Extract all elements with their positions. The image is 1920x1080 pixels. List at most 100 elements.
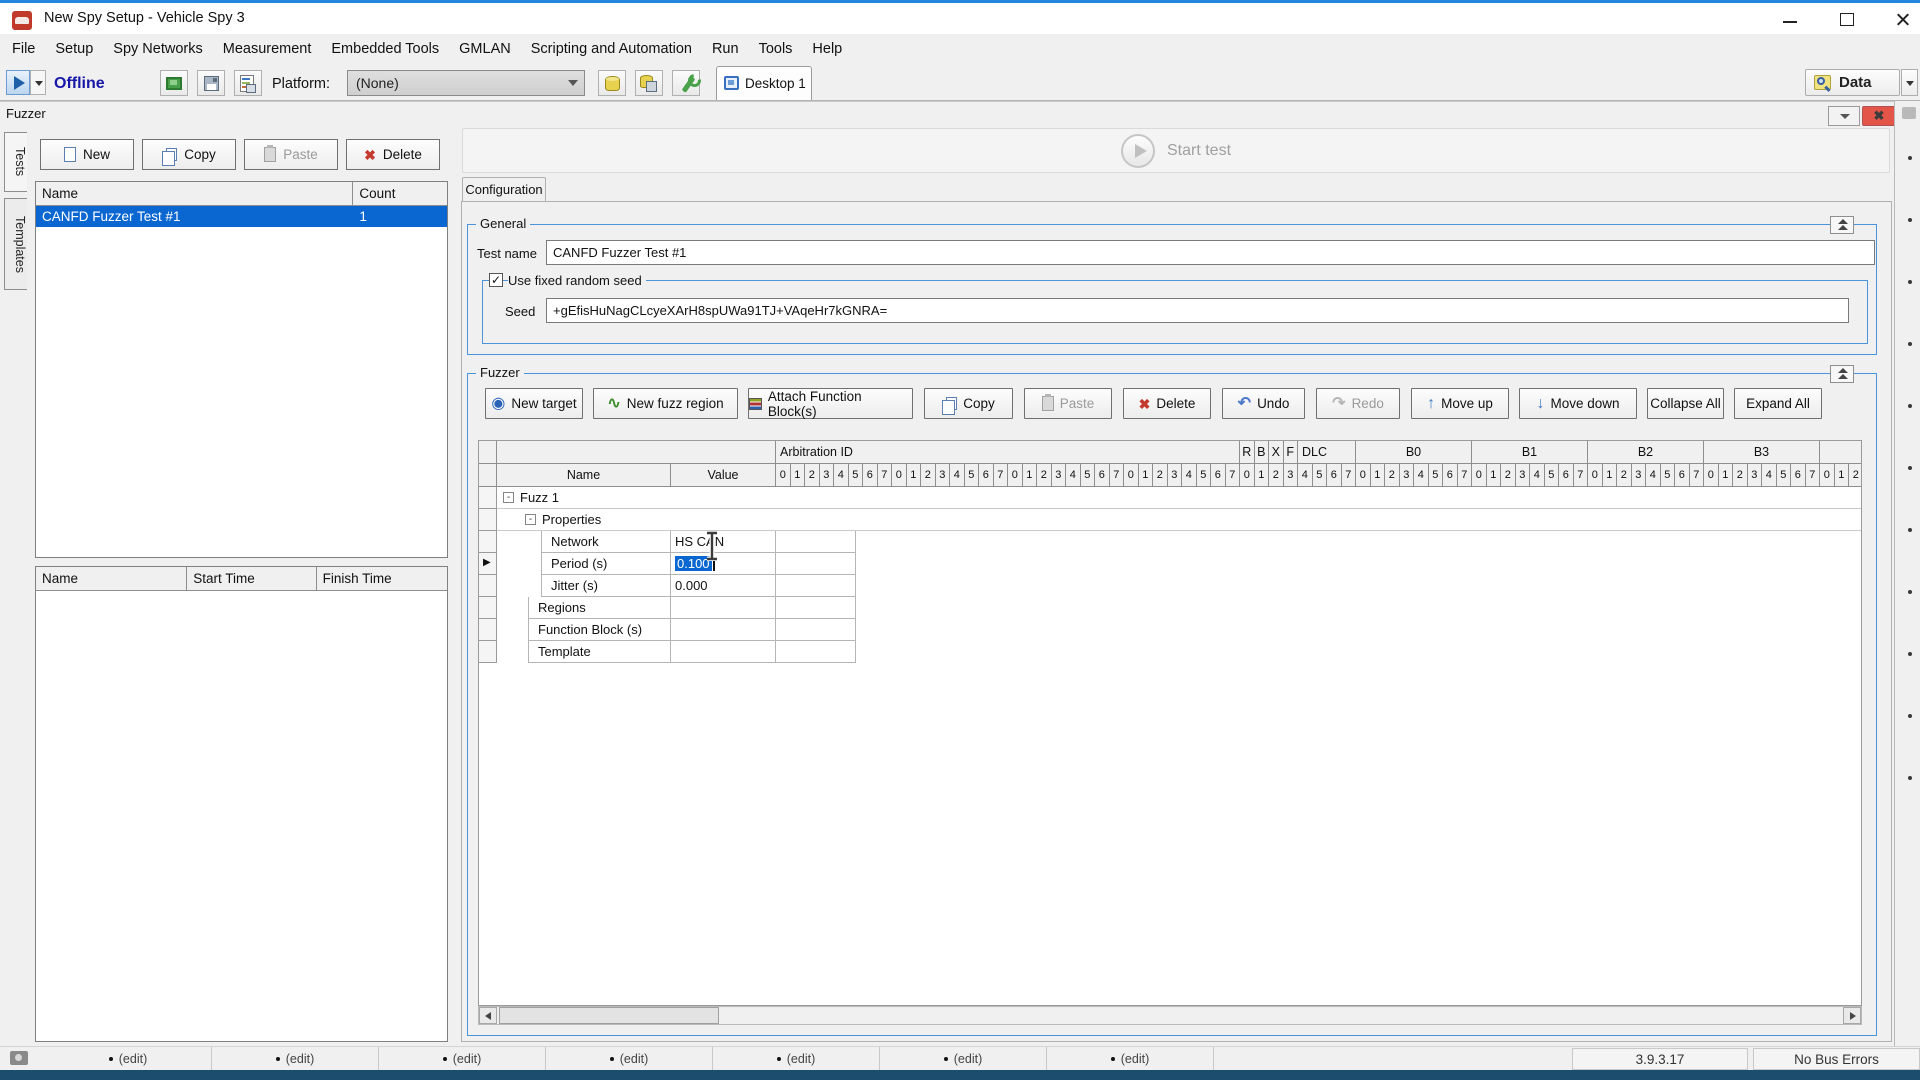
bit-header[interactable]: 4 bbox=[1066, 464, 1081, 486]
menu-measurement[interactable]: Measurement bbox=[213, 41, 322, 57]
bit-header[interactable]: 7 bbox=[994, 464, 1009, 486]
panel-close-button[interactable]: ✖ bbox=[1862, 106, 1896, 126]
grid-row-regions[interactable]: Regions bbox=[479, 597, 1861, 619]
row-selector-cell[interactable] bbox=[479, 575, 497, 597]
bit-header[interactable]: 5 bbox=[1777, 464, 1792, 486]
property-name-cell[interactable]: Regions bbox=[528, 597, 671, 619]
bit-header[interactable]: 2 bbox=[1501, 464, 1516, 486]
bit-header[interactable]: 6 bbox=[979, 464, 994, 486]
grid-header-cell[interactable]: R bbox=[1240, 441, 1255, 463]
row-selector-cell[interactable]: ▶ bbox=[479, 553, 497, 575]
bit-header[interactable]: 5 bbox=[1429, 464, 1444, 486]
bit-header[interactable]: 6 bbox=[1327, 464, 1342, 486]
grid-header-cell[interactable] bbox=[497, 441, 776, 463]
status-edit-segment[interactable]: (edit) bbox=[713, 1047, 880, 1070]
row-selector-cell[interactable] bbox=[479, 597, 497, 619]
bit-header[interactable]: 1 bbox=[1719, 464, 1734, 486]
bit-header[interactable]: 5 bbox=[1661, 464, 1676, 486]
column-header-finish-time[interactable]: Finish Time bbox=[317, 567, 447, 590]
bit-header[interactable]: 1 bbox=[1139, 464, 1154, 486]
grid-header-cell[interactable]: Name bbox=[497, 464, 671, 486]
bit-header[interactable]: 2 bbox=[1617, 464, 1632, 486]
bit-header[interactable]: 2 bbox=[1385, 464, 1400, 486]
menu-embedded-tools[interactable]: Embedded Tools bbox=[321, 41, 449, 57]
row-selector-cell[interactable] bbox=[479, 531, 497, 553]
tab-desktop-1[interactable]: Desktop 1 bbox=[716, 66, 812, 100]
scrollbar-thumb[interactable] bbox=[499, 1007, 719, 1024]
grid-header-cell[interactable]: B3 bbox=[1704, 441, 1820, 463]
status-edit-segment[interactable]: (edit) bbox=[45, 1047, 212, 1070]
bit-header[interactable]: 7 bbox=[1458, 464, 1473, 486]
bit-header[interactable]: 1 bbox=[1255, 464, 1270, 486]
bit-header[interactable]: 0 bbox=[1820, 464, 1835, 486]
new-test-button[interactable]: New bbox=[40, 139, 134, 170]
grid-row-network[interactable]: NetworkHS CAN bbox=[479, 531, 1861, 553]
bit-header[interactable]: 7 bbox=[1806, 464, 1821, 486]
bit-header[interactable]: 1 bbox=[1603, 464, 1618, 486]
start-test-button[interactable]: Start test bbox=[462, 128, 1890, 173]
bit-header[interactable]: 1 bbox=[1023, 464, 1038, 486]
bit-header[interactable]: 4 bbox=[1762, 464, 1777, 486]
grid-header-cell[interactable] bbox=[479, 464, 497, 486]
seed-input[interactable]: +gEfisHuNagCLcyeXArH8spUWa91TJ+VAqeHr7kG… bbox=[546, 298, 1849, 323]
bit-header[interactable]: 7 bbox=[1690, 464, 1705, 486]
use-fixed-seed-checkbox[interactable]: ✓ bbox=[489, 273, 503, 287]
bit-header[interactable]: 2 bbox=[921, 464, 936, 486]
bit-header[interactable]: 1 bbox=[1371, 464, 1386, 486]
bit-header[interactable]: 3 bbox=[820, 464, 835, 486]
bit-header[interactable]: 0 bbox=[1704, 464, 1719, 486]
bit-header[interactable]: 4 bbox=[1646, 464, 1661, 486]
redo-button[interactable]: ↷Redo bbox=[1316, 388, 1400, 419]
bit-header[interactable]: 3 bbox=[1052, 464, 1067, 486]
attach-function-block-s--button[interactable]: Attach Function Block(s) bbox=[748, 388, 913, 419]
grid-header-cell[interactable]: Arbitration ID bbox=[776, 441, 1240, 463]
bit-header[interactable]: 5 bbox=[965, 464, 980, 486]
status-edit-segment[interactable]: (edit) bbox=[1047, 1047, 1214, 1070]
bit-header[interactable]: 1 bbox=[1487, 464, 1502, 486]
bit-header[interactable]: 0 bbox=[1124, 464, 1139, 486]
test-name-input[interactable]: CANFD Fuzzer Test #1 bbox=[546, 240, 1875, 265]
column-header-name[interactable]: Name bbox=[36, 567, 187, 590]
property-value-cell[interactable] bbox=[671, 597, 776, 619]
bit-header[interactable]: 2 bbox=[805, 464, 820, 486]
menu-setup[interactable]: Setup bbox=[45, 41, 103, 57]
maximize-button[interactable] bbox=[1832, 9, 1862, 29]
run-dropdown-caret[interactable] bbox=[30, 70, 46, 95]
status-edit-segment[interactable]: (edit) bbox=[212, 1047, 379, 1070]
bit-header[interactable]: 7 bbox=[1574, 464, 1589, 486]
property-value-cell[interactable]: 0.100 bbox=[671, 553, 776, 575]
property-name-cell[interactable]: Jitter (s) bbox=[541, 575, 671, 597]
bit-header[interactable]: 6 bbox=[1211, 464, 1226, 486]
grid-header-cell[interactable]: Value bbox=[671, 464, 776, 486]
tab-tests[interactable]: Tests bbox=[4, 132, 27, 192]
copy-test-button[interactable]: Copy bbox=[142, 139, 236, 170]
menu-run[interactable]: Run bbox=[702, 41, 749, 57]
property-name-cell[interactable]: Function Block (s) bbox=[528, 619, 671, 641]
row-selector-cell[interactable] bbox=[479, 509, 497, 531]
column-header-start-time[interactable]: Start Time bbox=[187, 567, 316, 590]
move-down-button[interactable]: ↓Move down bbox=[1519, 388, 1637, 419]
status-edit-segment[interactable]: (edit) bbox=[379, 1047, 546, 1070]
move-up-button[interactable]: ↑Move up bbox=[1411, 388, 1509, 419]
property-value-cell[interactable] bbox=[671, 641, 776, 663]
database-export-button[interactable] bbox=[635, 70, 663, 96]
paste-button[interactable]: Paste bbox=[1024, 388, 1112, 419]
grid-header-cell[interactable] bbox=[479, 441, 497, 463]
grid-header-cell[interactable]: B1 bbox=[1472, 441, 1588, 463]
fuzzer-collapse-button[interactable] bbox=[1830, 365, 1854, 383]
bit-header[interactable]: 7 bbox=[878, 464, 893, 486]
bit-header[interactable]: 4 bbox=[1530, 464, 1545, 486]
bit-header[interactable]: 0 bbox=[1008, 464, 1023, 486]
bit-header[interactable]: 4 bbox=[1414, 464, 1429, 486]
menu-spy-networks[interactable]: Spy Networks bbox=[103, 41, 212, 57]
test-row[interactable]: CANFD Fuzzer Test #11 bbox=[36, 206, 447, 227]
grid-header-cell[interactable]: DLC bbox=[1298, 441, 1356, 463]
row-selector-cell[interactable] bbox=[479, 619, 497, 641]
bit-header[interactable]: 5 bbox=[1081, 464, 1096, 486]
bit-header[interactable]: 0 bbox=[1240, 464, 1255, 486]
hardware-button[interactable] bbox=[160, 70, 188, 96]
grid-header-cell[interactable]: F bbox=[1284, 441, 1299, 463]
new-target-button[interactable]: ◉New target bbox=[485, 388, 583, 419]
close-button[interactable] bbox=[1888, 9, 1918, 29]
bit-header[interactable]: 7 bbox=[1110, 464, 1125, 486]
